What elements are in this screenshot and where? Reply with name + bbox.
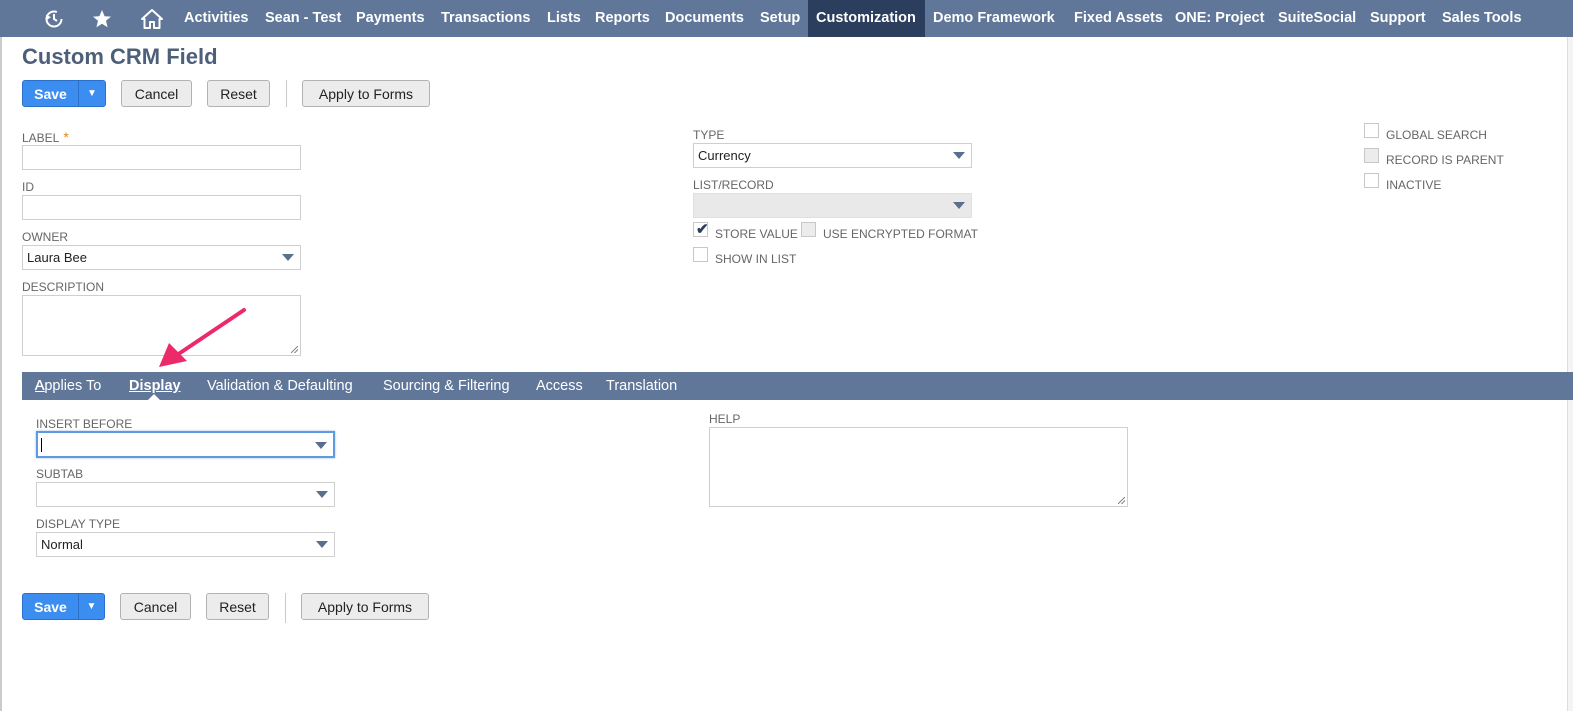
label-input[interactable] [22,145,301,170]
cancel-button[interactable]: Cancel [121,80,192,107]
save-button-bottom[interactable]: Save ▼ [22,593,105,620]
global-search-checkbox[interactable] [1364,123,1379,138]
tab-translation[interactable]: Translation [606,372,677,400]
record-is-parent-checkbox[interactable] [1364,148,1379,163]
tab-validation-label: Validation & Defaulting [207,378,353,394]
chevron-down-icon[interactable] [282,254,294,261]
chevron-down-icon[interactable] [316,491,328,498]
global-search-label: GLOBAL SEARCH [1386,128,1487,142]
apply-to-forms-button-bottom[interactable]: Apply to Forms [301,593,429,620]
nav-one-project[interactable]: ONE: Project [1167,0,1272,37]
inactive-label: INACTIVE [1386,178,1442,192]
nav-demo-framework[interactable]: Demo Framework [925,0,1063,37]
apply-to-forms-button[interactable]: Apply to Forms [302,80,430,107]
record-is-parent-label: RECORD IS PARENT [1386,153,1504,167]
chevron-down-icon[interactable] [953,152,965,159]
nav-lists[interactable]: Lists [539,0,589,37]
description-field-label: DESCRIPTION [22,280,105,294]
display-type-field-label: DISPLAY TYPE [36,517,121,531]
button-separator [286,80,287,107]
nav-transactions[interactable]: Transactions [433,0,538,37]
owner-value: Laura Bee [27,250,87,265]
reset-button[interactable]: Reset [207,80,270,107]
type-value: Currency [698,148,751,163]
page-title: Custom CRM Field [22,44,218,69]
insert-before-select[interactable] [36,431,335,458]
id-field-label: ID [22,180,34,194]
chevron-down-icon[interactable] [953,202,965,209]
button-separator [285,593,286,623]
display-type-select[interactable]: Normal [36,532,335,557]
list-record-field-label: LIST/RECORD [693,178,774,192]
tab-display-label: Display [129,378,181,394]
tab-access[interactable]: Access [536,372,583,400]
nav-sean-test[interactable]: Sean - Test [257,0,349,37]
store-value-checkbox[interactable]: ✔ [693,221,709,238]
tab-sourcing-label: Sourcing & Filtering [383,378,510,394]
inactive-checkbox[interactable] [1364,173,1379,188]
top-navigation: Activities Sean - Test Payments Transact… [0,0,1573,37]
nav-sales-tools[interactable]: Sales Tools [1434,0,1530,37]
nav-documents[interactable]: Documents [657,0,752,37]
nav-setup[interactable]: Setup [752,0,808,37]
save-button-label[interactable]: Save [23,594,78,619]
nav-customization[interactable]: Customization [808,0,925,37]
active-tab-indicator [148,394,160,400]
tab-applies-to-label: Applies To [34,378,102,394]
help-textarea[interactable] [709,427,1128,507]
store-value-label: STORE VALUE [715,227,798,241]
subtab-bar: AApplies To Display Validation & Default… [22,372,1573,400]
tab-sourcing-filtering[interactable]: Sourcing & Filtering [383,372,510,400]
save-dropdown-arrow-icon[interactable]: ▼ [78,594,104,619]
resize-handle-icon[interactable] [291,346,298,353]
nav-suitesocial[interactable]: SuiteSocial [1270,0,1364,37]
chevron-down-icon[interactable] [316,541,328,548]
tab-applies-to[interactable]: AApplies To [34,372,102,400]
reset-button-bottom[interactable]: Reset [206,593,269,620]
nav-payments[interactable]: Payments [348,0,433,37]
label-field-label: LABEL * [22,129,69,145]
tab-access-label: Access [536,378,583,394]
nav-support[interactable]: Support [1362,0,1434,37]
text-cursor [41,437,42,452]
use-encrypted-format-label: USE ENCRYPTED FORMAT [823,227,978,241]
subtab-select[interactable] [36,482,335,507]
left-edge [0,37,2,711]
required-indicator: * [63,129,69,145]
tab-translation-label: Translation [606,378,678,394]
star-icon[interactable] [88,0,116,37]
save-button-label[interactable]: Save [23,81,78,106]
insert-before-field-label: INSERT BEFORE [36,417,133,431]
save-button[interactable]: Save ▼ [22,80,106,107]
show-in-list-checkbox[interactable] [693,247,708,262]
owner-select[interactable]: Laura Bee [22,245,301,270]
save-dropdown-arrow-icon[interactable]: ▼ [78,81,105,106]
annotation-arrow-icon [159,308,246,367]
show-in-list-label: SHOW IN LIST [715,252,797,266]
recent-history-icon[interactable] [40,0,68,37]
type-field-label: TYPE [693,128,725,142]
display-type-value: Normal [41,537,83,552]
cancel-button-bottom[interactable]: Cancel [120,593,191,620]
tab-validation-defaulting[interactable]: Validation & Defaulting [207,372,353,400]
chevron-down-icon[interactable] [315,442,327,449]
nav-fixed-assets[interactable]: Fixed Assets [1066,0,1171,37]
nav-reports[interactable]: Reports [587,0,658,37]
checkmark-icon: ✔ [696,221,709,238]
id-input[interactable] [22,195,301,220]
list-record-select[interactable] [693,193,972,218]
owner-field-label: OWNER [22,230,68,244]
help-field-label: HELP [709,412,741,426]
home-icon[interactable] [138,0,166,37]
subtab-field-label: SUBTAB [36,467,84,481]
resize-handle-icon[interactable] [1118,497,1125,504]
use-encrypted-format-checkbox[interactable] [801,222,816,237]
nav-activities[interactable]: Activities [176,0,256,37]
type-select[interactable]: Currency [693,143,972,168]
